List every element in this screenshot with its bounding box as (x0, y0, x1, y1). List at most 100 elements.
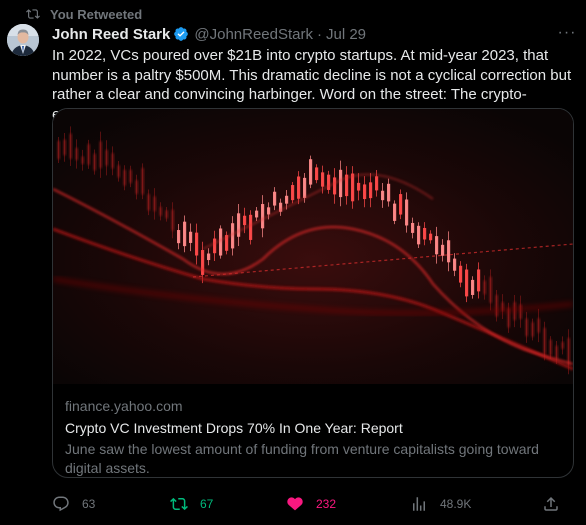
candle-body (411, 222, 415, 233)
author-handle[interactable]: @JohnReedStark (194, 26, 313, 43)
views-count: 48.9K (440, 497, 472, 511)
candle-body (387, 183, 391, 202)
candle-body (75, 147, 79, 161)
candle-body (339, 169, 343, 198)
retweet-icon (170, 497, 188, 511)
candle-body (309, 159, 313, 185)
candle-body (81, 156, 85, 165)
candle-body (135, 180, 139, 194)
candle-body (393, 203, 397, 221)
candle-body (495, 294, 499, 317)
candle-body (321, 172, 325, 187)
share-button[interactable] (542, 494, 560, 514)
candle-body (513, 301, 517, 321)
reply-icon (53, 496, 69, 512)
candle-body (483, 280, 487, 295)
card-body[interactable]: finance.yahoo.com Crypto VC Investment D… (65, 397, 565, 477)
candle-body (147, 194, 151, 211)
candle-body (273, 191, 277, 206)
candle-body (99, 141, 103, 169)
author-name[interactable]: John Reed Stark (52, 26, 170, 43)
candle-body (69, 133, 73, 159)
candle-body (183, 221, 187, 247)
tweet-header: John Reed Stark @JohnReedStark · Jul 29 (52, 24, 366, 44)
candle-body (327, 174, 331, 190)
candle-body (231, 223, 235, 249)
views-button[interactable]: 48.9K (410, 494, 471, 514)
verified-badge-icon[interactable] (173, 26, 189, 42)
candle-body (567, 337, 571, 366)
candle-body (123, 169, 127, 186)
candle-body (525, 318, 529, 337)
tweet-date[interactable]: Jul 29 (326, 26, 366, 43)
candle-body (303, 177, 307, 198)
candle-body (159, 206, 163, 216)
candle-body (315, 167, 319, 181)
avatar[interactable] (7, 24, 39, 56)
candle-body (453, 258, 457, 271)
candle-body (141, 168, 145, 195)
candle-body (369, 182, 373, 199)
link-card[interactable]: finance.yahoo.com Crypto VC Investment D… (52, 108, 574, 478)
candle-body (519, 304, 523, 320)
bar-chart-icon (413, 497, 425, 511)
card-image[interactable] (53, 109, 573, 384)
tweet-actions: 63 67 232 48.9K (52, 494, 572, 514)
candle-body (375, 176, 379, 191)
like-button[interactable]: 232 (286, 494, 336, 514)
candle-body (555, 345, 559, 360)
candle-body (459, 265, 463, 283)
separator-dot: · (317, 25, 322, 43)
candle-body (153, 196, 157, 212)
candle-body (435, 236, 439, 255)
retweeted-banner: You Retweeted (26, 6, 142, 22)
candle-body (267, 207, 271, 215)
candle-body (219, 228, 223, 256)
candle-body (165, 210, 169, 219)
candle-body (243, 215, 247, 226)
candle-body (291, 185, 295, 201)
candle-body (237, 213, 241, 237)
candle-body (255, 210, 259, 218)
candle-body (429, 233, 433, 241)
candle-body (537, 318, 541, 333)
candle-body (195, 232, 199, 256)
candle-body (111, 153, 115, 169)
candle-body (87, 144, 91, 165)
candle-body (117, 165, 121, 178)
candle-body (189, 231, 193, 243)
candle-body (441, 244, 445, 256)
like-count: 232 (316, 497, 337, 511)
candle-body (357, 182, 361, 191)
candle-body (207, 253, 211, 261)
card-description: June saw the lowest amount of funding fr… (65, 441, 539, 476)
candle-body (285, 195, 289, 204)
candle-body (465, 269, 469, 297)
candle-body (471, 279, 475, 295)
more-options-icon[interactable]: ··· (556, 24, 578, 42)
candle-body (417, 225, 421, 245)
candle-body (561, 341, 565, 349)
candle-body (261, 204, 265, 229)
candle-body (297, 176, 301, 199)
candle-body (363, 184, 367, 200)
card-domain: finance.yahoo.com (65, 398, 183, 414)
reply-button[interactable]: 63 (52, 494, 95, 514)
candle-body (399, 194, 403, 215)
candle-body (477, 269, 481, 292)
candle-body (177, 230, 181, 244)
candle-body (489, 276, 493, 303)
candle-body (351, 173, 355, 202)
candle-body (171, 209, 175, 231)
card-title: Crypto VC Investment Drops 70% In One Ye… (65, 420, 403, 436)
retweeted-label: You Retweeted (50, 6, 143, 22)
candle-body (129, 169, 133, 184)
heart-filled-icon (287, 497, 303, 511)
candle-body (381, 190, 385, 201)
reply-count: 63 (82, 497, 96, 511)
share-icon (544, 496, 558, 511)
retweet-button[interactable]: 67 (170, 494, 213, 514)
candle-body (213, 238, 217, 254)
candle-body (447, 240, 451, 263)
candle-body (105, 149, 109, 166)
